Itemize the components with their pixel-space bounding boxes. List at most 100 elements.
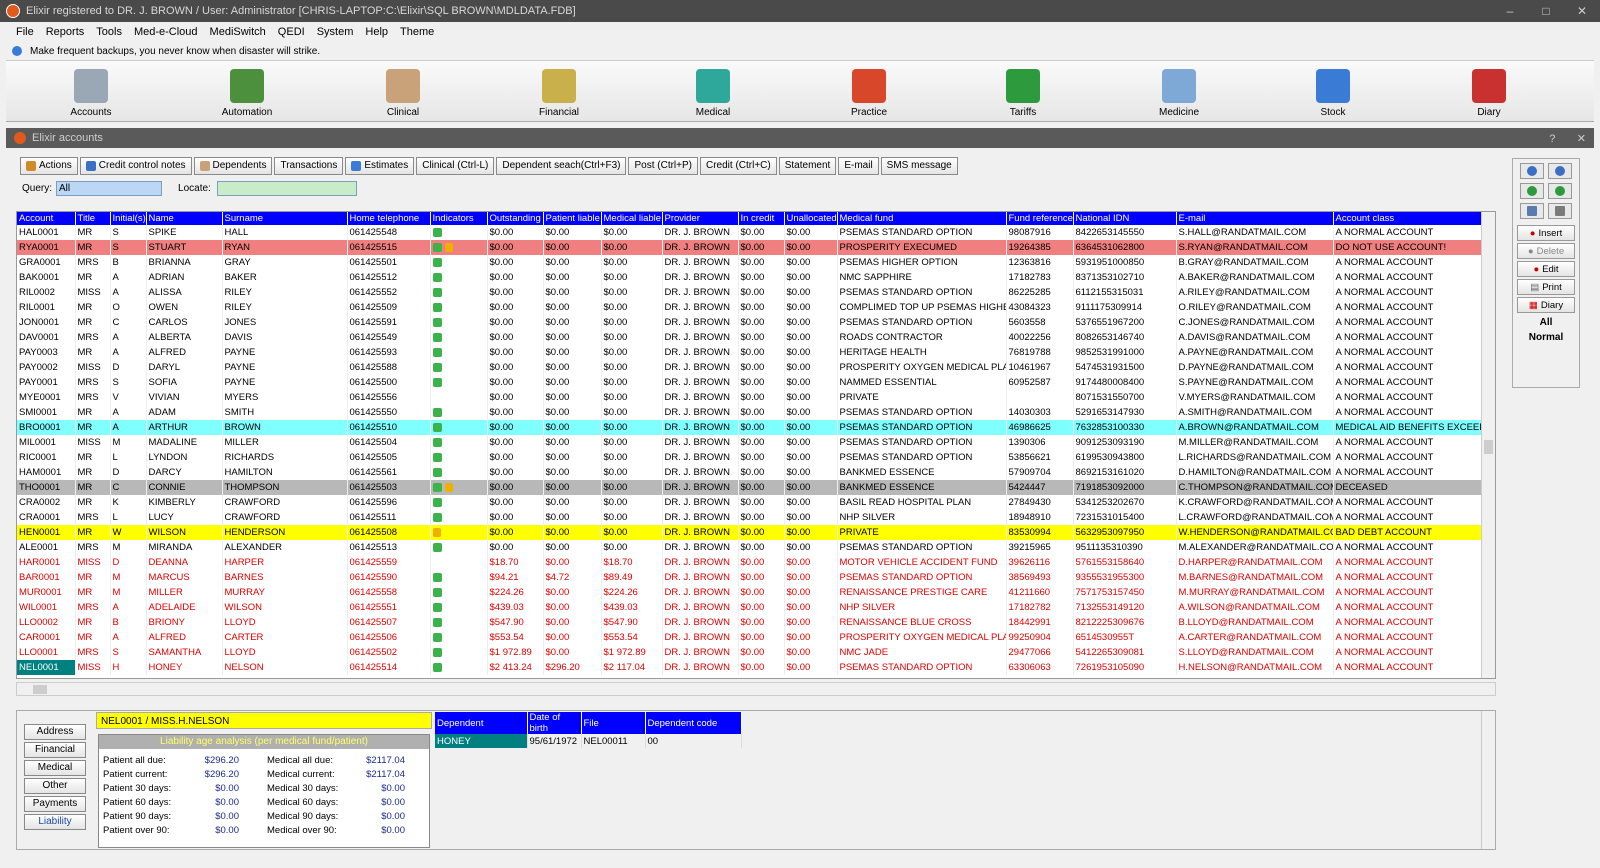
account-row[interactable]: LLO0001 MRS S SAMANTHA LLOYD 061425502 $1 972.…: [17, 645, 1495, 660]
first-record-button[interactable]: [1520, 163, 1544, 179]
help-button[interactable]: ?: [1549, 133, 1555, 145]
account-row[interactable]: HAR0001 MISS D DEANNA HARPER 061425559 $18.70 $…: [17, 555, 1495, 570]
column-header[interactable]: Title: [75, 212, 111, 225]
account-row[interactable]: NEL0001 MISS H HONEY NELSON 061425514 $2 413.2…: [17, 660, 1495, 675]
maximize-button[interactable]: □: [1528, 0, 1564, 22]
column-header[interactable]: Medical liable: [601, 212, 663, 225]
dependent-row[interactable]: HONEY 95/61/1972 NEL00011 00: [435, 734, 742, 748]
menu-theme[interactable]: Theme: [400, 26, 434, 38]
account-row[interactable]: GRA0001 MRS B BRIANNA GRAY 061425501 $0.00 $0.0…: [17, 255, 1495, 270]
column-header[interactable]: Provider: [662, 212, 739, 225]
insert-button[interactable]: ● Insert: [1517, 225, 1575, 241]
toolbar-button-estimates[interactable]: Estimates: [345, 157, 415, 175]
query-input[interactable]: [56, 180, 163, 196]
menu-file[interactable]: File: [16, 26, 34, 38]
toolbar-button-credit-ctrl-c[interactable]: Credit (Ctrl+C): [700, 157, 777, 175]
menu-qedi[interactable]: QEDI: [278, 26, 305, 38]
account-row[interactable]: CAR0001 MR A ALFRED CARTER 061425506 $553.54 $0…: [17, 630, 1495, 645]
detail-vertical-scrollbar[interactable]: [1481, 711, 1495, 849]
column-header[interactable]: Name: [146, 212, 223, 225]
column-header[interactable]: Patient liable: [543, 212, 602, 225]
module-clinical[interactable]: Clinical: [358, 65, 448, 118]
module-medical[interactable]: Medical: [668, 65, 758, 118]
column-header[interactable]: Indicators: [430, 212, 488, 225]
column-header[interactable]: Medical fund: [837, 212, 1007, 225]
account-row[interactable]: CRA0001 MRS L LUCY CRAWFORD 061425511 $0.00 $0.…: [17, 510, 1495, 525]
account-row[interactable]: RYA0001 MR S STUART RYAN 061425515 $0.00 $0.00 $…: [17, 240, 1495, 255]
grid-vertical-scrollbar[interactable]: [1481, 212, 1495, 678]
module-tariffs[interactable]: Tariffs: [978, 65, 1068, 118]
module-stock[interactable]: Stock: [1288, 65, 1378, 118]
toolbar-button-statement[interactable]: Statement: [778, 157, 837, 175]
menu-med-e-cloud[interactable]: Med-e-Cloud: [134, 26, 198, 38]
toolbar-button-dependents[interactable]: Dependents: [193, 157, 273, 175]
tab-other[interactable]: Other: [24, 778, 86, 794]
dep-col-file[interactable]: File: [581, 712, 646, 734]
toolbar-button-transactions[interactable]: Transactions: [274, 157, 344, 175]
account-row[interactable]: BAR0001 MR M MARCUS BARNES 061425590 $94.21 $4.…: [17, 570, 1495, 585]
toolbar-button-credit-control-notes[interactable]: Credit control notes: [79, 157, 192, 175]
column-header[interactable]: In credit: [738, 212, 785, 225]
print-button[interactable]: ▤ Print: [1517, 279, 1575, 295]
account-row[interactable]: HAM0001 MR D DARCY HAMILTON 061425561 $0.00 $0.…: [17, 465, 1495, 480]
column-header[interactable]: National IDN: [1073, 212, 1177, 225]
account-row[interactable]: ALE0001 MRS M MIRANDA ALEXANDER 061425513 $0.0…: [17, 540, 1495, 555]
module-diary[interactable]: Diary: [1444, 65, 1534, 118]
column-header[interactable]: Outstanding: [487, 212, 544, 225]
account-row[interactable]: PAY0001 MRS S SOFIA PAYNE 061425500 $0.00 $0.00…: [17, 375, 1495, 390]
account-row[interactable]: RIL0001 MR O OWEN RILEY 061425509 $0.00 $0.00 $0…: [17, 300, 1495, 315]
tree-view-button[interactable]: [1548, 203, 1572, 219]
toolbar-button-sms-message[interactable]: SMS message: [880, 157, 958, 175]
account-row[interactable]: PAY0003 MR A ALFRED PAYNE 061425593 $0.00 $0.00…: [17, 345, 1495, 360]
column-header[interactable]: Surname: [222, 212, 348, 225]
tab-medical[interactable]: Medical: [24, 760, 86, 776]
account-row[interactable]: HAL0001 MR S SPIKE HALL 061425548 $0.00 $0.00 $0…: [17, 225, 1495, 240]
account-row[interactable]: WIL0001 MRS A ADELAIDE WILSON 061425551 $439.0…: [17, 600, 1495, 615]
module-financial[interactable]: Financial: [514, 65, 604, 118]
account-row[interactable]: LLO0002 MR B BRIONY LLOYD 061425507 $547.90 $0.…: [17, 615, 1495, 630]
account-row[interactable]: MIL0001 MISS M MADALINE MILLER 061425504 $0.00…: [17, 435, 1495, 450]
account-row[interactable]: RIL0002 MISS A ALISSA RILEY 061425552 $0.00 $0.…: [17, 285, 1495, 300]
dep-col-code[interactable]: Dependent code: [645, 712, 742, 734]
column-header[interactable]: Account class: [1333, 212, 1495, 225]
account-row[interactable]: HEN0001 MR W WILSON HENDERSON 061425508 $0.00 $…: [17, 525, 1495, 540]
account-row[interactable]: PAY0002 MISS D DARYL PAYNE 061425588 $0.00 $0.0…: [17, 360, 1495, 375]
menu-reports[interactable]: Reports: [46, 26, 85, 38]
menu-system[interactable]: System: [317, 26, 354, 38]
column-header[interactable]: Home telephone: [347, 212, 431, 225]
column-header[interactable]: E-mail: [1176, 212, 1334, 225]
toolbar-button-clinical-ctrl-l[interactable]: Clinical (Ctrl-L): [416, 157, 495, 175]
column-header[interactable]: Initial(s): [110, 212, 147, 225]
diary-button[interactable]: ▦ Diary: [1517, 297, 1575, 313]
dependents-grid[interactable]: Dependent Date of birth File Dependent c…: [435, 712, 747, 748]
toolbar-button-actions[interactable]: Actions: [20, 157, 78, 175]
module-practice[interactable]: Practice: [824, 65, 914, 118]
locate-input[interactable]: [216, 180, 357, 196]
tab-payments[interactable]: Payments: [24, 796, 86, 812]
edit-button[interactable]: ● Edit: [1517, 261, 1575, 277]
menu-tools[interactable]: Tools: [96, 26, 122, 38]
list-view-button[interactable]: [1520, 203, 1544, 219]
account-row[interactable]: DAV0001 MRS A ALBERTA DAVIS 061425549 $0.00 $0.…: [17, 330, 1495, 345]
tab-address[interactable]: Address: [24, 724, 86, 740]
dep-col-dob[interactable]: Date of birth: [527, 712, 582, 734]
toolbar-button-e-mail[interactable]: E-mail: [838, 157, 879, 175]
delete-button[interactable]: ● Delete: [1517, 243, 1575, 259]
account-row[interactable]: CRA0002 MR K KIMBERLY CRAWFORD 061425596 $0.00…: [17, 495, 1495, 510]
column-header[interactable]: Unallocated: [784, 212, 838, 225]
minimize-button[interactable]: –: [1492, 0, 1528, 22]
column-header[interactable]: Fund reference: [1006, 212, 1074, 225]
module-medicine[interactable]: Medicine: [1134, 65, 1224, 118]
column-header[interactable]: Account: [17, 212, 76, 225]
grid-horizontal-scrollbar[interactable]: [16, 682, 1496, 696]
account-row[interactable]: JON0001 MR C CARLOS JONES 061425591 $0.00 $0.00…: [17, 315, 1495, 330]
account-row[interactable]: MUR0001 MR M MILLER MURRAY 061425558 $224.26 $0…: [17, 585, 1495, 600]
account-row[interactable]: BRO0001 MR A ARTHUR BROWN 061425510 $0.00 $0.00…: [17, 420, 1495, 435]
last-record-button[interactable]: [1548, 183, 1572, 199]
prior-record-button[interactable]: [1548, 163, 1572, 179]
account-row[interactable]: SMI0001 MR A ADAM SMITH 061425550 $0.00 $0.00 $0…: [17, 405, 1495, 420]
account-row[interactable]: RIC0001 MR L LYNDON RICHARDS 061425505 $0.00 $0…: [17, 450, 1495, 465]
subwindow-close-button[interactable]: ✕: [1577, 133, 1586, 145]
account-row[interactable]: BAK0001 MR A ADRIAN BAKER 061425512 $0.00 $0.00…: [17, 270, 1495, 285]
dep-col-dependent[interactable]: Dependent: [435, 712, 528, 734]
